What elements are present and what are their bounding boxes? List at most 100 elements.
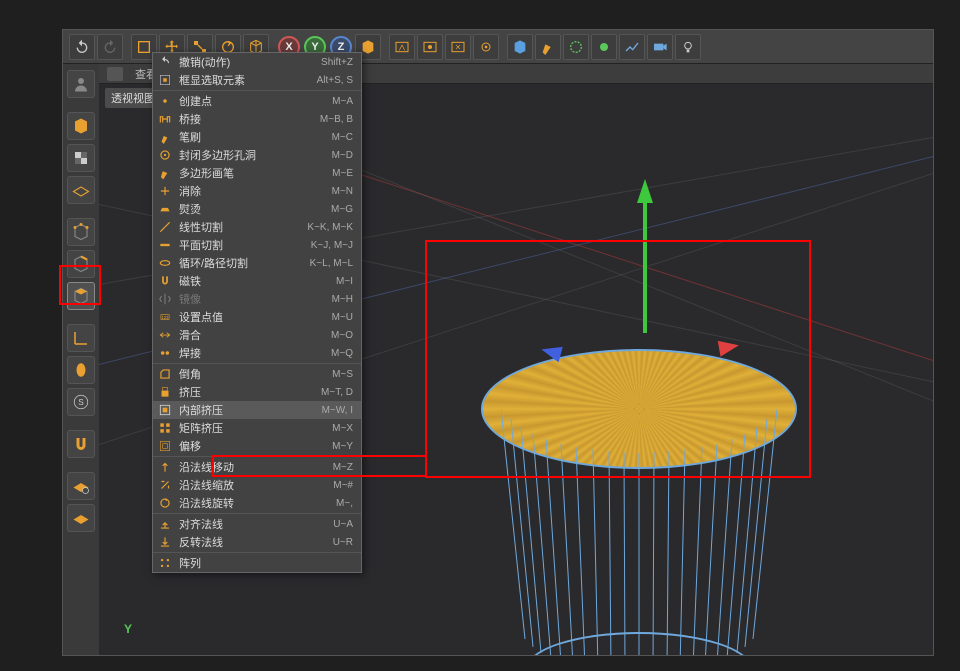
context-menu-item-normal-scale[interactable]: 沿法线缩放M~# — [153, 476, 361, 494]
context-menu-label: 倒角 — [179, 366, 326, 382]
context-menu-label: 熨烫 — [179, 201, 325, 217]
context-menu-shortcut: M~N — [332, 186, 353, 197]
context-menu-label: 偏移 — [179, 438, 326, 454]
context-menu-item-plane-cut[interactable]: 平面切割K~J, M~J — [153, 236, 361, 254]
context-menu-label: 创建点 — [179, 93, 326, 109]
context-menu-item-point[interactable]: 创建点M~A — [153, 92, 361, 110]
context-menu-label: 矩阵挤压 — [179, 420, 326, 436]
context-menu-item-iron[interactable]: 熨烫M~G — [153, 200, 361, 218]
render-2-button[interactable] — [417, 34, 443, 60]
context-menu-item-inner-extrude[interactable]: 内部挤压 M~W, I — [153, 401, 361, 419]
environment-button[interactable] — [619, 34, 645, 60]
context-menu-separator — [153, 456, 361, 457]
context-menu-item-bridge[interactable]: 桥接M~B, B — [153, 110, 361, 128]
tweak-mode-button[interactable] — [67, 356, 95, 384]
context-menu-label: 沿法线缩放 — [179, 477, 327, 493]
context-menu-shortcut: M~S — [332, 369, 353, 380]
context-menu-item-slide[interactable]: 滑合M~O — [153, 326, 361, 344]
model-mode-button[interactable] — [67, 112, 95, 140]
deformer-button[interactable] — [591, 34, 617, 60]
context-menu-shortcut: M~H — [332, 294, 353, 305]
undo-button[interactable] — [69, 34, 95, 60]
axis-x-arrow[interactable] — [718, 337, 740, 356]
axis-z-arrow[interactable] — [539, 342, 562, 363]
redo-button[interactable] — [97, 34, 123, 60]
context-menu-label: 内部挤压 — [179, 402, 316, 418]
context-menu-item-matrix-extrude[interactable]: 矩阵挤压M~X — [153, 419, 361, 437]
context-menu-item-offset[interactable]: 偏移M~Y — [153, 437, 361, 455]
bevel-icon — [157, 366, 173, 382]
light-button[interactable] — [675, 34, 701, 60]
texture-mode-button[interactable] — [67, 144, 95, 172]
context-menu-item-normal-move[interactable]: 沿法线移动M~Z — [153, 458, 361, 476]
inner-extrude-icon — [157, 402, 173, 418]
spline-pen-button[interactable] — [535, 34, 561, 60]
polygon-mode-button[interactable] — [67, 282, 95, 310]
context-menu-item-array[interactable]: 阵列 — [153, 554, 361, 572]
normal-move-icon — [157, 459, 173, 475]
context-menu-item-bevel[interactable]: 倒角 M~S — [153, 365, 361, 383]
cylinder-wireframe — [501, 409, 777, 655]
point-mode-button[interactable] — [67, 218, 95, 246]
context-menu-item-undo[interactable]: 撤销(动作)Shift+Z — [153, 53, 361, 71]
context-menu-item-dissolve[interactable]: 消除 M~N — [153, 182, 361, 200]
context-menu-item-normal-rotate[interactable]: 沿法线旋转M~, — [153, 494, 361, 512]
context-menu-label: 镜像 — [179, 291, 326, 307]
context-menu-item-weld[interactable]: 焊接M~Q — [153, 344, 361, 362]
viewport-menu-icon[interactable] — [107, 67, 123, 81]
slide-icon — [157, 327, 173, 343]
context-menu-item-align-normal[interactable]: 对齐法线U~A — [153, 515, 361, 533]
magnet-icon — [157, 273, 173, 289]
context-menu-item-reverse-normal[interactable]: 反转法线 U~R — [153, 533, 361, 551]
context-menu-shortcut: M~W, I — [322, 405, 353, 416]
snap-button[interactable]: S — [67, 388, 95, 416]
camera-button[interactable] — [647, 34, 673, 60]
generator-button[interactable] — [563, 34, 589, 60]
axis-z-label: Z — [338, 41, 345, 53]
context-menu-item-magnet[interactable]: 磁铁M~I — [153, 272, 361, 290]
axis-mode-button[interactable] — [67, 324, 95, 352]
context-menu-label: 框显选取元素 — [179, 72, 311, 88]
context-menu-label: 阵列 — [179, 555, 347, 571]
loop-cut-icon — [157, 255, 173, 271]
context-menu-item-set-val[interactable]: 123设置点值M~U — [153, 308, 361, 326]
context-menu-item-extrude[interactable]: 挤压M~T, D — [153, 383, 361, 401]
primitive-cube-button[interactable] — [507, 34, 533, 60]
render-1-button[interactable] — [389, 34, 415, 60]
context-menu-item-line-cut[interactable]: 线性切割K~K, M~K — [153, 218, 361, 236]
axis-y-world-label: Y — [124, 622, 132, 636]
render-settings-button[interactable] — [473, 34, 499, 60]
context-menu-shortcut: M~B, B — [320, 114, 353, 125]
context-menu-label: 消除 — [179, 183, 326, 199]
context-menu-item-brush[interactable]: 笔刷M~C — [153, 128, 361, 146]
context-menu-separator — [153, 552, 361, 553]
context-menu-label: 平面切割 — [179, 237, 305, 253]
point-icon — [157, 93, 173, 109]
axis-x-label: X — [285, 41, 292, 53]
workplane-mode-button[interactable] — [67, 176, 95, 204]
context-menu-item-loop-cut[interactable]: 循环/路径切割K~L, M~L — [153, 254, 361, 272]
context-menu-label: 反转法线 — [179, 534, 327, 550]
planar-workplane-button[interactable] — [67, 504, 95, 532]
reverse-normal-icon — [157, 534, 173, 550]
context-menu-separator — [153, 90, 361, 91]
weld-icon — [157, 345, 173, 361]
context-menu-label: 焊接 — [179, 345, 325, 361]
context-menu-shortcut: Shift+Z — [321, 57, 353, 68]
edge-mode-button[interactable] — [67, 250, 95, 278]
context-menu-item-close-hole[interactable]: 封闭多边形孔洞M~D — [153, 146, 361, 164]
render-3-button[interactable] — [445, 34, 471, 60]
magnet-toggle-button[interactable] — [67, 430, 95, 458]
object-avatar-icon[interactable] — [67, 70, 95, 98]
lock-workplane-button[interactable] — [67, 472, 95, 500]
normal-rotate-icon — [157, 495, 173, 511]
offset-icon — [157, 438, 173, 454]
context-menu-item-frame[interactable]: 框显选取元素Alt+S, S — [153, 71, 361, 89]
axis-y-label: Y — [311, 41, 318, 53]
svg-text:123: 123 — [162, 315, 170, 320]
context-menu-item-polypen[interactable]: 多边形画笔M~E — [153, 164, 361, 182]
context-menu-separator — [153, 363, 361, 364]
axis-y-arrow[interactable] — [637, 179, 653, 203]
normal-scale-icon — [157, 477, 173, 493]
context-menu-shortcut: U~R — [333, 537, 353, 548]
